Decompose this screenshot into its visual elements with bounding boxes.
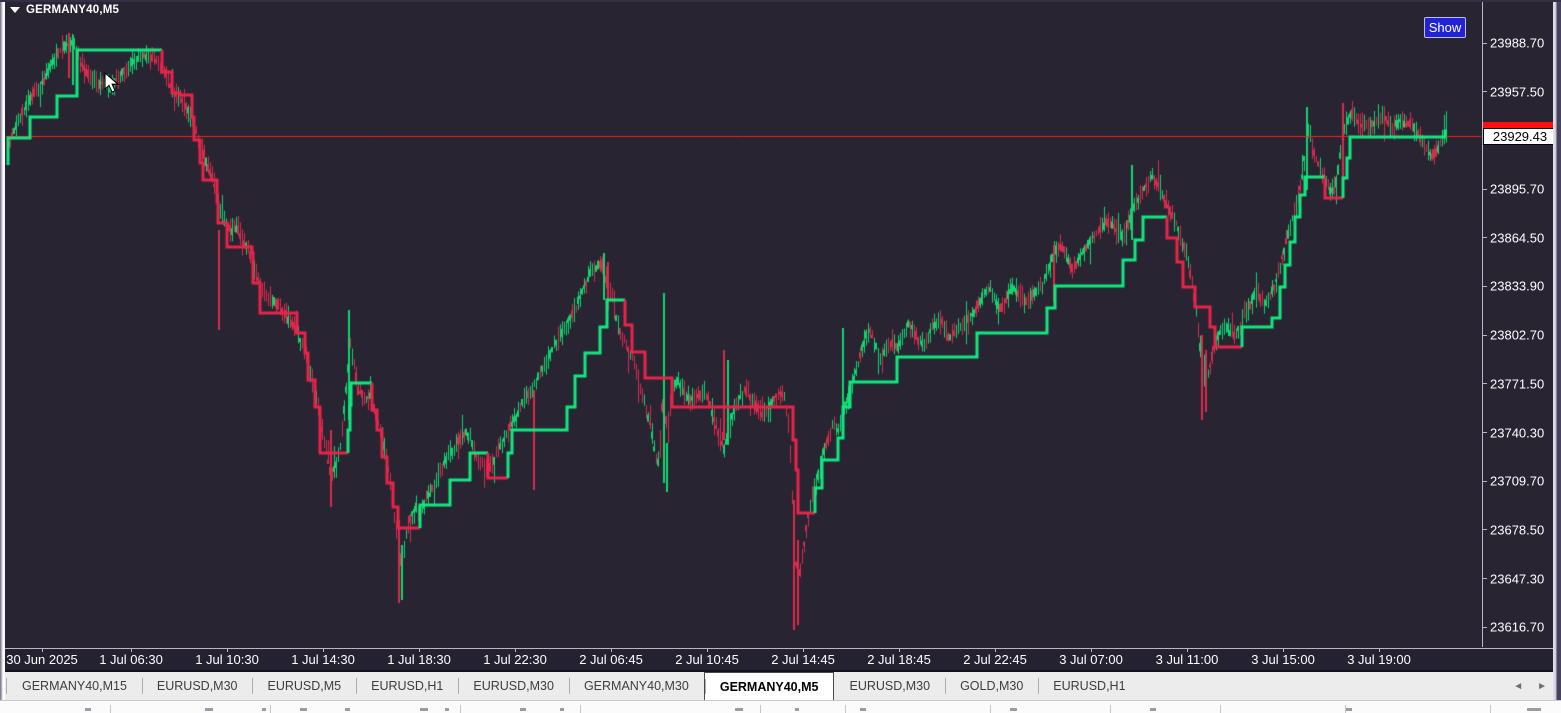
time-tick-label: 1 Jul 06:30 [99, 652, 163, 667]
clipped-second-row [0, 700, 1561, 713]
time-tick-label: 2 Jul 18:45 [867, 652, 931, 667]
clipped-glyph-fragment [735, 708, 743, 711]
price-chart-canvas[interactable] [0, 0, 1561, 648]
clipped-separator [1220, 705, 1221, 713]
clipped-separator [1345, 705, 1346, 713]
window-frame-right [1553, 0, 1561, 700]
clipped-glyph-fragment [205, 708, 213, 711]
current-price-label: 23929.43 [1483, 128, 1557, 146]
price-axis[interactable]: 23988.7023957.5023926.9023895.7023864.50… [1482, 0, 1561, 648]
mouse-cursor [104, 72, 120, 93]
clipped-glyph-fragment [445, 708, 449, 711]
clipped-separator [760, 705, 761, 713]
chart-tab-eurusd-h1[interactable]: EURUSD,H1 [356, 672, 458, 700]
clipped-glyph-fragment [1010, 708, 1017, 711]
time-tick-label: 1 Jul 22:30 [483, 652, 547, 667]
show-button[interactable]: Show [1424, 17, 1466, 38]
price-axis-line [1482, 2, 1483, 647]
time-tick-label: 2 Jul 10:45 [675, 652, 739, 667]
chart-tab-gold-m30[interactable]: GOLD,M30 [945, 672, 1038, 700]
time-tick-label: 2 Jul 06:45 [579, 652, 643, 667]
price-tick-label: 23709.70 [1490, 473, 1545, 489]
price-tick-label: 23678.50 [1490, 522, 1545, 538]
price-tick-label: 23895.70 [1490, 181, 1545, 197]
clipped-separator [845, 705, 846, 713]
time-tick-label: 1 Jul 18:30 [387, 652, 451, 667]
clipped-glyph-fragment [420, 708, 428, 711]
chart-tab-bar: GERMANY40,M15 EURUSD,M30 EURUSD,M5 EURUSD,H… [0, 670, 1561, 700]
price-tick-label: 23957.50 [1490, 84, 1545, 100]
time-tick-label: 30 Jun 2025 [6, 652, 78, 667]
window-frame-top [0, 0, 1561, 2]
time-tick-label: 3 Jul 07:00 [1059, 652, 1123, 667]
chart-tab-eurusd-h1[interactable]: EURUSD,H1 [1038, 672, 1140, 700]
price-tick-label: 23740.30 [1490, 425, 1545, 441]
time-tick-label: 2 Jul 14:45 [771, 652, 835, 667]
clipped-glyph-fragment [345, 708, 350, 711]
price-tick-label: 23647.30 [1490, 571, 1545, 587]
clipped-separator [1110, 705, 1111, 713]
clipped-glyph-fragment [1345, 708, 1352, 711]
price-tick-label: 23833.90 [1490, 278, 1545, 294]
chart-tab-germany40-m5[interactable]: GERMANY40,M5 [703, 672, 835, 700]
time-tick-label: 1 Jul 14:30 [291, 652, 355, 667]
clipped-glyph-fragment [1527, 708, 1541, 711]
triangle-down-icon [10, 7, 20, 13]
time-tick-label: 3 Jul 11:00 [1155, 652, 1219, 667]
chart-window: GERMANY40,M5 Show 23988.7023957.5023926.… [0, 0, 1561, 713]
chart-tab-germany40-m15[interactable]: GERMANY40,M15 [7, 672, 142, 700]
scroll-left-icon[interactable]: ◄ [1513, 681, 1523, 692]
symbol-dropdown[interactable]: GERMANY40,M5 [10, 4, 119, 16]
chart-tab-eurusd-m30[interactable]: EURUSD,M30 [458, 672, 569, 700]
clipped-glyph-fragment [1150, 708, 1156, 711]
price-tick-label: 23864.50 [1490, 230, 1545, 246]
time-tick-label: 3 Jul 15:00 [1251, 652, 1315, 667]
clipped-glyph-fragment [560, 708, 564, 711]
time-tick-label: 2 Jul 22:45 [963, 652, 1027, 667]
chart-area[interactable] [0, 0, 1561, 648]
chart-tab-eurusd-m30[interactable]: EURUSD,M30 [141, 672, 253, 700]
clipped-separator [110, 705, 111, 713]
time-tick-label: 1 Jul 10:30 [195, 652, 259, 667]
clipped-separator [1490, 705, 1491, 713]
clipped-glyph-fragment [85, 708, 91, 711]
window-frame-left [0, 0, 5, 700]
chart-tab-eurusd-m30[interactable]: EURUSD,M30 [834, 672, 945, 700]
clipped-separator [990, 705, 991, 713]
clipped-glyph-fragment [860, 708, 866, 711]
clipped-glyph-fragment [300, 708, 307, 711]
price-tick-label: 23802.70 [1490, 327, 1545, 343]
price-tick-label: 23988.70 [1490, 35, 1545, 51]
clipped-separator [270, 705, 271, 713]
clipped-separator [460, 705, 461, 713]
clipped-glyph-fragment [262, 708, 266, 711]
chart-tab-eurusd-m5[interactable]: EURUSD,M5 [252, 672, 356, 700]
chart-tab-germany40-m30[interactable]: GERMANY40,M30 [568, 672, 704, 700]
scroll-right-icon[interactable]: ► [1537, 681, 1547, 692]
price-tick-label: 23771.50 [1490, 376, 1545, 392]
price-tick-label: 23616.70 [1490, 619, 1545, 635]
clipped-separator [580, 705, 581, 713]
clipped-glyph-fragment [795, 708, 799, 711]
clipped-glyph-fragment [520, 708, 526, 711]
time-tick-label: 3 Jul 19:00 [1347, 652, 1411, 667]
symbol-label-text: GERMANY40,M5 [26, 4, 120, 16]
time-axis[interactable]: 30 Jun 2025 1 Jul 06:30 1 Jul 10:30 1 Jul 1… [0, 648, 1561, 670]
